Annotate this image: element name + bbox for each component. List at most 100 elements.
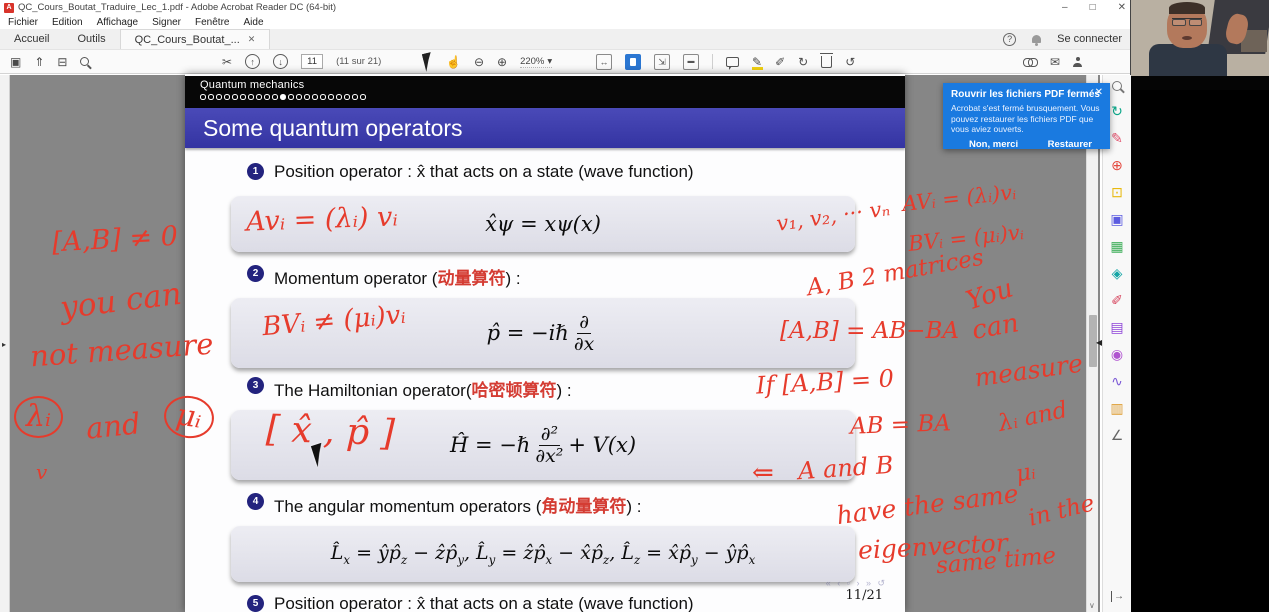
snapshot-icon[interactable]: ✂ xyxy=(222,56,232,68)
menu-bar: Fichier Edition Affichage Signer Fenêtre… xyxy=(0,15,1130,29)
undo-icon[interactable]: ↺ xyxy=(845,56,855,68)
close-button[interactable]: ✕ xyxy=(1118,2,1126,13)
select-tool-icon[interactable] xyxy=(422,52,435,72)
item-number-badge: 3 xyxy=(247,377,264,394)
link-icon[interactable] xyxy=(1023,58,1037,66)
reading-mode-icon[interactable] xyxy=(683,54,699,70)
page-number-input[interactable] xyxy=(301,54,323,69)
progress-dot xyxy=(216,94,222,100)
search-tools-icon[interactable] xyxy=(1112,81,1122,91)
acrobat-window: A QC_Cours_Boutat_Traduire_Lec_1.pdf - A… xyxy=(0,0,1131,612)
item-number-badge: 4 xyxy=(247,493,264,510)
search-icon[interactable] xyxy=(80,57,89,66)
equation-box-momentum: p̂ = −iℏ ∂∂x xyxy=(231,298,855,368)
certificates-icon[interactable]: ∿ xyxy=(1111,374,1123,388)
progress-dot xyxy=(248,94,254,100)
envelope-icon[interactable]: ✉ xyxy=(1050,56,1060,68)
edit-pdf-icon[interactable]: ✎ xyxy=(1111,131,1123,145)
fit-width-icon[interactable] xyxy=(596,54,612,70)
organize-pages-icon[interactable]: ▣ xyxy=(1110,212,1123,226)
save-icon[interactable]: ▣ xyxy=(10,56,21,68)
share-icon[interactable]: ⇑ xyxy=(34,56,44,68)
fill-sign-icon[interactable]: ✐ xyxy=(1111,293,1123,307)
notification-dismiss-button[interactable]: Non, merci xyxy=(969,139,1018,150)
add-user-icon[interactable] xyxy=(1073,57,1082,66)
progress-dot xyxy=(304,94,310,100)
acrobat-logo-icon: A xyxy=(4,3,14,13)
notifications-bell-icon[interactable] xyxy=(1032,35,1041,43)
tab-accueil[interactable]: Accueil xyxy=(0,29,63,49)
zoom-in-icon[interactable]: ⊕ xyxy=(497,56,507,68)
hand-tool-icon[interactable]: ☝ xyxy=(446,56,461,68)
left-panel-strip[interactable]: ▸ xyxy=(0,75,10,612)
webcam-letterbox xyxy=(1131,76,1269,90)
slide-progress-dots xyxy=(200,94,905,100)
panel-expand-icon[interactable]: → xyxy=(1111,591,1124,602)
zoom-out-icon[interactable]: ⊖ xyxy=(474,56,484,68)
tab-outils[interactable]: Outils xyxy=(63,29,119,49)
slide-title: Some quantum operators xyxy=(203,115,463,142)
left-panel-expand-icon[interactable]: ▸ xyxy=(2,340,6,349)
progress-dot xyxy=(264,94,270,100)
notification-close-icon[interactable]: ✕ xyxy=(1095,87,1103,98)
screen: A QC_Cours_Boutat_Traduire_Lec_1.pdf - A… xyxy=(0,0,1269,612)
fullscreen-icon[interactable] xyxy=(654,54,670,70)
previous-page-icon[interactable]: ↑ xyxy=(245,54,260,69)
menu-signer[interactable]: Signer xyxy=(152,17,181,28)
sign-in-link[interactable]: Se connecter xyxy=(1057,33,1122,45)
stamp-icon[interactable]: ◉ xyxy=(1111,347,1123,361)
comment-icon[interactable]: ⊡ xyxy=(1111,185,1123,199)
enhance-icon[interactable]: ◈ xyxy=(1112,266,1123,280)
slide-item-5: 5 Position operator : x̂ that acts on a … xyxy=(247,594,885,612)
page-count-label: (11 sur 21) xyxy=(336,56,381,67)
progress-dot xyxy=(320,94,326,100)
progress-dot xyxy=(288,94,294,100)
comment-bubble-icon[interactable] xyxy=(726,57,739,67)
minimize-button[interactable]: – xyxy=(1062,2,1068,13)
fit-page-icon[interactable] xyxy=(625,54,641,70)
print-icon[interactable]: ⊟ xyxy=(57,56,67,68)
webcam-video xyxy=(1131,0,1269,76)
tab-document[interactable]: QC_Cours_Boutat_... ✕ xyxy=(120,29,271,49)
chevron-down-icon: ▾ xyxy=(547,56,552,67)
scroll-down-icon[interactable]: ∨ xyxy=(1089,601,1095,610)
send-comments-icon[interactable]: ▥ xyxy=(1110,401,1123,415)
equation-box-angular: L̂x = ŷp̂z − ẑp̂y, L̂y = ẑp̂x − x̂p̂z, L… xyxy=(231,526,855,582)
menu-aide[interactable]: Aide xyxy=(243,17,263,28)
menu-edition[interactable]: Edition xyxy=(52,17,83,28)
progress-dot xyxy=(312,94,318,100)
restore-button[interactable]: □ xyxy=(1090,2,1096,13)
window-title: QC_Cours_Boutat_Traduire_Lec_1.pdf - Ado… xyxy=(18,2,336,13)
progress-dot xyxy=(208,94,214,100)
rotate-icon[interactable]: ↻ xyxy=(798,56,808,68)
menu-fichier[interactable]: Fichier xyxy=(8,17,38,28)
progress-dot xyxy=(296,94,302,100)
toolbar: ▣ ⇑ ⊟ ✂ ↑ ↓ (11 sur 21) ☝ ⊖ ⊕ 220% ▾ xyxy=(0,49,1130,74)
progress-dot xyxy=(240,94,246,100)
slide-item-1: 1 Position operator : x̂ that acts on a … xyxy=(247,162,885,182)
sign-pen-icon[interactable]: ✐ xyxy=(775,56,785,68)
scan-ocr-icon[interactable]: ▦ xyxy=(1110,239,1123,253)
progress-dot xyxy=(272,94,278,100)
presenter-hair xyxy=(1169,2,1205,14)
menu-affichage[interactable]: Affichage xyxy=(97,17,139,28)
create-pdf-icon[interactable]: ⊕ xyxy=(1111,158,1123,172)
tab-close-icon[interactable]: ✕ xyxy=(248,34,256,45)
menu-fenetre[interactable]: Fenêtre xyxy=(195,17,229,28)
protect-icon[interactable]: ▤ xyxy=(1110,320,1123,334)
notification-restore-button[interactable]: Restaurer xyxy=(1048,139,1092,150)
measure-icon[interactable]: ∠ xyxy=(1111,428,1124,442)
progress-dot xyxy=(224,94,230,100)
next-page-icon[interactable]: ↓ xyxy=(273,54,288,69)
slide-header-bar: Quantum mechanics xyxy=(185,76,905,108)
help-icon[interactable]: ? xyxy=(1003,33,1016,46)
zoom-level-select[interactable]: 220% ▾ xyxy=(520,56,552,68)
item-number-badge: 5 xyxy=(247,595,264,612)
highlighter-icon[interactable]: ✎ xyxy=(752,55,762,69)
presenter-body xyxy=(1149,44,1227,76)
export-pdf-icon[interactable]: ↻ xyxy=(1111,104,1123,118)
trash-icon[interactable] xyxy=(821,56,832,68)
equation-angular: L̂x = ŷp̂z − ẑp̂y, L̂y = ẑp̂x − x̂p̂z, L… xyxy=(331,542,755,567)
restore-files-notification: Rouvrir les fichiers PDF fermés ✕ Acroba… xyxy=(943,83,1110,149)
slide-header-title: Quantum mechanics xyxy=(200,79,905,91)
